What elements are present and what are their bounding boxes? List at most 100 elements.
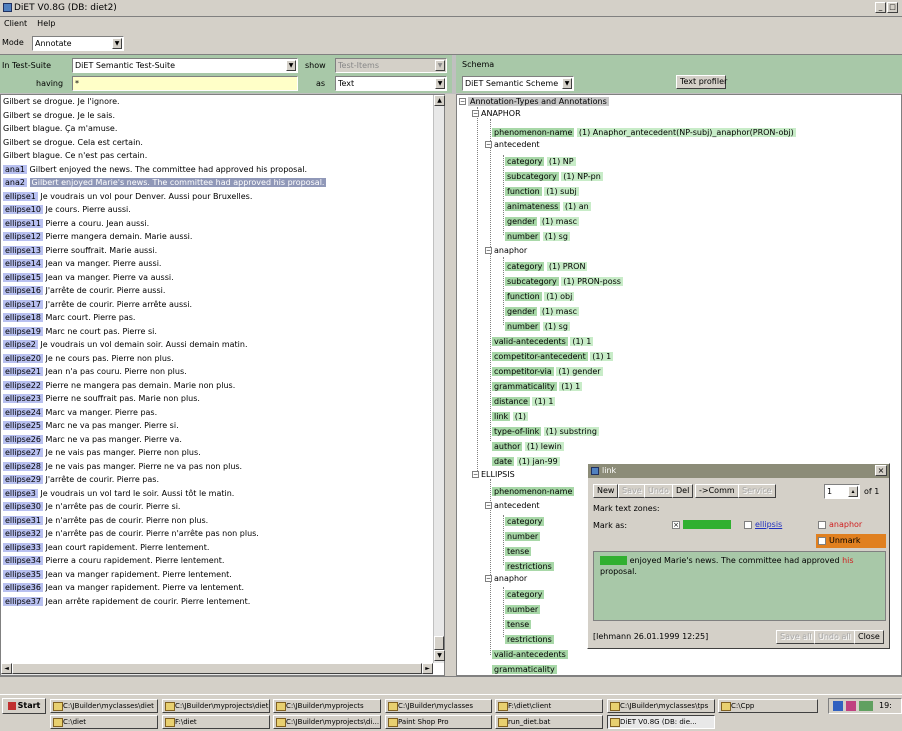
scroll-right-button[interactable]: ► [422,663,433,674]
list-item[interactable]: ellipse34 Pierre a couru rapidement. Pie… [1,554,433,568]
list-item[interactable]: ellipse20 Je ne cours pas. Pierre non pl… [1,352,433,366]
having-input[interactable]: * [72,76,298,91]
chevron-down-icon[interactable]: ▼ [112,38,122,49]
tree-node-anaphor[interactable]: − anaphor [485,245,527,256]
tree-node-e-b-tense[interactable]: tense [505,619,532,630]
tree-node-e-b-restrictions[interactable]: restrictions [505,634,554,645]
tray-icon[interactable] [859,701,873,711]
list-item[interactable]: ellipse11 Pierre a couru. Jean aussi. [1,217,433,231]
list-item[interactable]: ellipse10 Je cours. Pierre aussi. [1,203,433,217]
list-item[interactable]: ellipse21 Jean n'a pas couru. Pierre non… [1,365,433,379]
taskbar-button[interactable]: C:\JBuilder\myclasses\diet [50,699,158,713]
list-item[interactable]: ellipse26 Marc ne va pas manger. Pierre … [1,433,433,447]
maximize-button[interactable]: □ [887,2,898,13]
list-item[interactable]: ellipse28 Je ne vais pas manger. Pierre … [1,460,433,474]
tree-node-e-phenomenon[interactable]: phenomenon-name [492,486,575,497]
tree-node-date[interactable]: date (1) jan-99 [492,456,560,467]
close-icon[interactable]: × [875,465,887,476]
list-item[interactable]: Gilbert blague. Ça m'amuse. [1,122,433,136]
list-item[interactable]: ellipse14 Jean va manger. Pierre aussi. [1,257,433,271]
test-suite-select[interactable]: DiET Semantic Test-Suite ▼ [72,58,298,73]
start-button[interactable]: Start [2,698,46,714]
tree-node-antecedent[interactable]: − antecedent [485,139,540,150]
scroll-thumb[interactable] [434,636,444,650]
service-button[interactable]: Service [738,484,776,498]
chevron-down-icon[interactable]: ▼ [562,78,572,89]
taskbar-button[interactable]: C:\Cpp [718,699,818,713]
horizontal-scrollbar[interactable]: ◄ ► [1,663,433,675]
tray-icon[interactable] [846,701,856,711]
taskbar-button[interactable]: C:\JBuilder\myclasses [385,699,492,713]
taskbar-button[interactable]: F:\diet [162,715,270,729]
list-item[interactable]: ellipse32 Je n'arrête pas de courir. Pie… [1,527,433,541]
show-select[interactable]: Test-Items ▼ [335,58,447,73]
tree-root[interactable]: − Annotation-Types and Annotations [459,96,609,107]
h-scroll-thumb[interactable] [12,663,422,674]
chevron-down-icon[interactable]: ▼ [435,78,445,89]
taskbar-button[interactable]: C:\JBuilder\myprojects\diet [162,699,270,713]
save-button[interactable]: Save [618,484,646,498]
tree-node-ellipsis-type[interactable]: − ELLIPSIS [472,469,515,480]
list-item[interactable]: Gilbert se drogue. Je l'ignore. [1,95,433,109]
unmark-checkbox[interactable]: Unmark [816,534,886,548]
close-button[interactable]: Close [854,630,884,644]
tree-node-anaphor-type[interactable]: − ANAPHOR [472,108,521,119]
to-comment-button[interactable]: ->Comm [695,484,739,498]
taskbar-button[interactable]: C:\JBuilder\myprojects\di... [273,715,381,729]
list-item[interactable]: ellipse35 Jean va manger rapidement. Pie… [1,568,433,582]
taskbar-button[interactable]: C:\JBuilder\myclasses\tps [607,699,715,713]
list-item[interactable]: ellipse29 J'arrête de courir. Pierre pas… [1,473,433,487]
list-item[interactable]: ellipse19 Marc ne court pas. Pierre si. [1,325,433,339]
list-item[interactable]: ana1 Gilbert enjoyed the news. The commi… [1,163,433,177]
list-item[interactable]: ellipse13 Pierre souffrait. Marie aussi. [1,244,433,258]
list-item[interactable]: Gilbert se drogue. Cela est certain. [1,136,433,150]
tree-node-e-b-category[interactable]: category [505,589,545,600]
tree-node-a-number[interactable]: number (1) sg [505,231,570,242]
tree-node-b-category[interactable]: category (1) PRON [505,261,588,272]
tree-node-link[interactable]: link (1) [492,411,529,422]
tree-node-grammaticality[interactable]: grammaticality (1) 1 [492,381,583,392]
page-spinner[interactable]: 1 ▴ [824,484,860,499]
text-profiler-button[interactable]: Text profiler [676,75,727,89]
scroll-up-button[interactable]: ▲ [434,95,445,106]
schema-select[interactable]: DiET Semantic Scheme ▼ [462,76,574,91]
tree-node-a-subcategory[interactable]: subcategory (1) NP-pn [505,171,603,182]
new-button[interactable]: New [593,484,619,498]
mode-select[interactable]: Annotate ▼ [32,36,124,51]
tree-node-e-a-number[interactable]: number [505,531,541,542]
taskbar-button[interactable]: F:\diet\client [495,699,603,713]
tree-node-b-gender[interactable]: gender (1) masc [505,306,580,317]
tree-node-e-anaphor[interactable]: − anaphor [485,573,527,584]
minimize-button[interactable]: _ [875,2,886,13]
tree-node-e-grammaticality[interactable]: grammaticality [492,664,557,675]
as-select[interactable]: Text ▼ [335,76,447,91]
tree-node-author[interactable]: author (1) lewin [492,441,564,452]
tree-node-type-of-link[interactable]: type-of-link (1) substring [492,426,599,437]
list-item[interactable]: ellipse12 Pierre mangera demain. Marie a… [1,230,433,244]
tree-node-e-a-category[interactable]: category [505,516,545,527]
tree-node-e-valid[interactable]: valid-antecedents [492,649,568,660]
mark-antecedent-checkbox[interactable]: × antecedent [672,520,731,529]
list-item[interactable]: ellipse31 Je n'arrête pas de courir. Pie… [1,514,433,528]
undo-all-button[interactable]: Undo all [814,630,855,644]
tree-node-a-category[interactable]: category (1) NP [505,156,576,167]
list-item[interactable]: ellipse36 Jean va manger rapidement. Pie… [1,581,433,595]
save-all-button[interactable]: Save all [776,630,816,644]
list-item[interactable]: ellipse15 Jean va manger. Pierre va auss… [1,271,433,285]
taskbar-button[interactable]: run_diet.bat [495,715,603,729]
taskbar-button[interactable]: C:\diet [50,715,158,729]
list-item[interactable]: Gilbert se drogue. Je le sais. [1,109,433,123]
tree-node-a-gender[interactable]: gender (1) masc [505,216,580,227]
list-item[interactable]: ellipse1 Je voudrais un vol pour Denver.… [1,190,433,204]
chevron-down-icon[interactable]: ▼ [435,60,445,71]
spinner-arrows-icon[interactable]: ▴ [848,486,858,497]
menu-client[interactable]: Client [4,19,27,28]
tree-node-e-a-restrictions[interactable]: restrictions [505,561,554,572]
list-item[interactable]: ellipse16 J'arrête de courir. Pierre aus… [1,284,433,298]
list-item[interactable]: ellipse30 Je n'arrête pas de courir. Pie… [1,500,433,514]
list-item[interactable]: Gilbert blague. Ce n'est pas certain. [1,149,433,163]
list-item[interactable]: ellipse2 Je voudrais un vol demain soir.… [1,338,433,352]
tree-node-e-b-number[interactable]: number [505,604,541,615]
mark-ellipsis-checkbox[interactable]: ellipsis [744,520,782,529]
list-item[interactable]: ellipse33 Jean court rapidement. Pierre … [1,541,433,555]
